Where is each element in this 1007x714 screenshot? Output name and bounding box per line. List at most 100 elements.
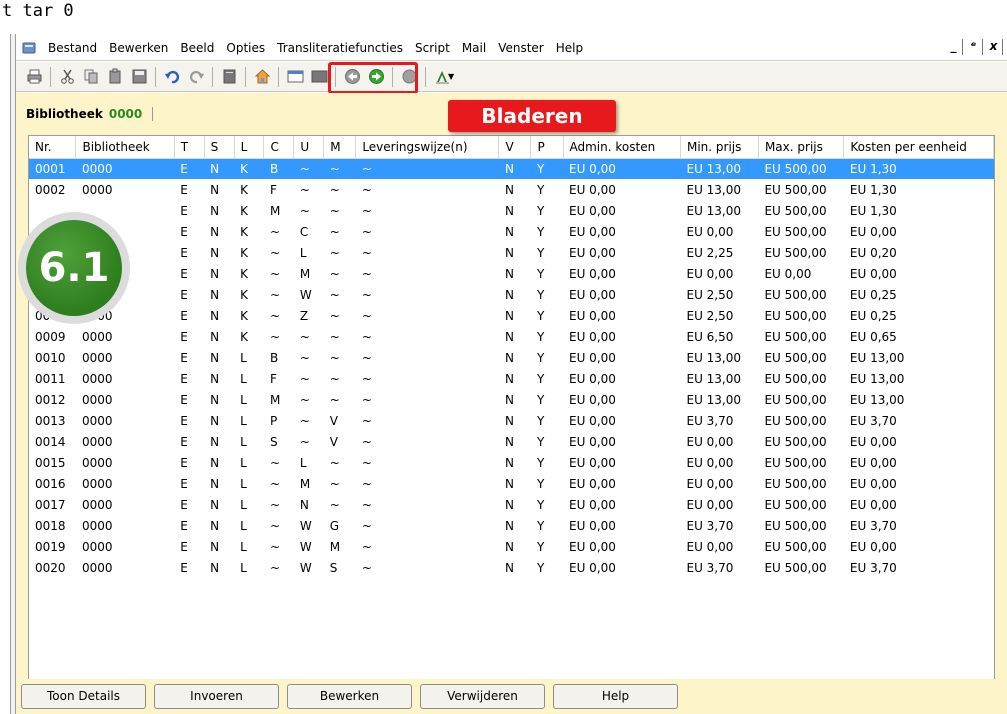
table-cell: EU 0,00 bbox=[686, 539, 734, 554]
table-row[interactable]: 0016 0000 E N L ~ M ~ ~ N Y EU 0,00 EU 0,00 EU 500,00… bbox=[29, 473, 994, 494]
minimize-button[interactable]: _ bbox=[945, 39, 963, 55]
menu-mail[interactable]: Mail bbox=[456, 41, 492, 55]
menu-opties[interactable]: Opties bbox=[220, 41, 271, 55]
menu-help[interactable]: Help bbox=[550, 41, 589, 55]
menu-bestand[interactable]: Bestand bbox=[42, 41, 103, 55]
close-button[interactable]: x bbox=[985, 39, 1003, 55]
column-header[interactable]: M bbox=[323, 136, 357, 159]
table-cell: K bbox=[240, 266, 248, 281]
table-row[interactable]: 00080000ENK~Z~~NYEU 0,00EU 2,50EU 500,00… bbox=[29, 305, 994, 326]
table-cell: Y bbox=[536, 476, 545, 491]
verwijderen-button[interactable]: Verwijderen bbox=[420, 684, 545, 709]
table-cell: EU 3,70 bbox=[686, 560, 734, 575]
table-cell: W bbox=[299, 287, 312, 302]
table-cell: EU 500,00 bbox=[764, 203, 827, 218]
table-cell: L bbox=[299, 455, 307, 470]
column-header[interactable]: Max. prijs bbox=[758, 136, 845, 159]
table-row[interactable]: 0013 0000 E N L P ~ V ~ N Y EU 0,00 EU 3,70 EU 500,00… bbox=[29, 410, 994, 431]
help-button[interactable]: Help bbox=[553, 684, 678, 709]
table-row[interactable]: 0010 0000 E N L B ~ ~ ~ N Y EU 0,00 EU 13,00 EU 500,0… bbox=[29, 347, 994, 368]
table-cell: ~ bbox=[361, 371, 372, 386]
toon-details-button[interactable]: Toon Details bbox=[21, 684, 146, 709]
paste-icon[interactable] bbox=[103, 65, 127, 89]
column-header[interactable]: Nr. bbox=[29, 136, 77, 159]
bewerken-button[interactable]: Bewerken bbox=[287, 684, 412, 709]
table-row[interactable]: 0002 0000 E N K F ~ ~ ~ N Y EU 0,00 EU 13,00 EU 500,0… bbox=[29, 179, 994, 200]
table-cell: EU 0,00 bbox=[569, 350, 616, 365]
table-cell: 0016 bbox=[35, 476, 66, 491]
table-row[interactable]: E N K ~ C ~ ~ N Y EU 0,00 EU 0,00 EU 500,00 EU 0,00 bbox=[29, 221, 994, 242]
cut-icon[interactable] bbox=[55, 65, 79, 89]
table-cell: N bbox=[504, 413, 514, 428]
step-badge-label: 6.1 bbox=[26, 220, 122, 316]
table-row[interactable]: 0009 0000 E N K ~ ~ ~ ~ N Y EU 0,00 EU 6,50 EU 500,00… bbox=[29, 326, 994, 347]
column-header[interactable]: P bbox=[530, 136, 564, 159]
table-cell: Y bbox=[536, 203, 545, 218]
table-body: 0001 0000 E N K B ~ ~ ~ N Y EU 0,00 EU 13,00 EU 500,0… bbox=[29, 158, 994, 578]
top-text: t tar 0 bbox=[2, 1, 74, 21]
table-cell: ~ bbox=[329, 224, 340, 239]
table-row[interactable]: 0019 0000 E N L ~ W M ~ N Y EU 0,00 EU 0,00 EU 500,00… bbox=[29, 536, 994, 557]
table-cell: N bbox=[504, 182, 514, 197]
table-cell: K bbox=[240, 224, 248, 239]
column-header[interactable]: Leveringswijze(n) bbox=[355, 136, 500, 159]
table-row[interactable]: 0001 0000 E N K B ~ ~ ~ N Y EU 0,00 EU 13,00 EU 500,0… bbox=[29, 158, 994, 179]
table-cell: 0015 bbox=[35, 455, 66, 470]
chevron-down-icon[interactable]: ▼ bbox=[448, 72, 454, 81]
table-cell: ~ bbox=[329, 308, 340, 323]
column-header[interactable]: U bbox=[293, 136, 325, 159]
table-row[interactable]: E N K M ~ ~ ~ N Y EU 0,00 EU 13,00 EU 500,00 EU 1,30 bbox=[29, 200, 994, 221]
table-row[interactable]: 0017 0000 E N L ~ N ~ ~ N Y EU 0,00 EU 0,00 EU 500,00… bbox=[29, 494, 994, 515]
table-cell: ~ bbox=[355, 158, 499, 179]
printer-icon[interactable] bbox=[22, 65, 46, 89]
table-cell: N bbox=[504, 350, 514, 365]
document-icon[interactable] bbox=[217, 65, 241, 89]
column-header[interactable]: S bbox=[204, 136, 235, 159]
table-row[interactable]: 0014 0000 E N L S ~ V ~ N Y EU 0,00 EU 0,00 EU 500,00… bbox=[29, 431, 994, 452]
table-cell: Y bbox=[536, 371, 545, 386]
table-cell: ~ bbox=[329, 287, 340, 302]
table-cell: EU 0,00 bbox=[849, 266, 897, 281]
column-header[interactable]: Min. prijs bbox=[680, 136, 759, 159]
table-cell: 0017 bbox=[35, 497, 66, 512]
table-row[interactable]: 0018 0000 E N L ~ W G ~ N Y EU 0,00 EU 3,70 EU 500,00… bbox=[29, 515, 994, 536]
redo-icon[interactable] bbox=[184, 65, 208, 89]
table-cell: EU 0,00 bbox=[569, 392, 616, 407]
menu-transliteratiefuncties[interactable]: Transliteratiefuncties bbox=[271, 41, 409, 55]
column-header[interactable]: Kosten per eenheid bbox=[843, 136, 994, 159]
menu-bewerken[interactable]: Bewerken bbox=[103, 41, 174, 55]
column-header[interactable]: C bbox=[263, 136, 295, 159]
table-row[interactable]: 0012 0000 E N L M ~ ~ ~ N Y EU 0,00 EU 13,00 EU 500,0… bbox=[29, 389, 994, 410]
column-header[interactable]: Bibliotheek bbox=[75, 136, 175, 159]
menu-beeld[interactable]: Beeld bbox=[174, 41, 220, 55]
invoeren-button[interactable]: Invoeren bbox=[154, 684, 279, 709]
table-cell: EU 0,25 bbox=[849, 287, 897, 302]
restore-button[interactable]: ᵉ bbox=[965, 39, 983, 55]
table-cell: N bbox=[210, 392, 220, 407]
table-cell: EU 13,00 bbox=[680, 158, 759, 179]
table-row[interactable]: E N K ~ L ~ ~ N Y EU 0,00 EU 2,25 EU 500,00 EU 0,20 bbox=[29, 242, 994, 263]
table-row[interactable]: 0015 0000 E N L ~ L ~ ~ N Y EU 0,00 EU 0,00 EU 500,00… bbox=[29, 452, 994, 473]
save-icon[interactable] bbox=[127, 65, 151, 89]
menu-venster[interactable]: Venster bbox=[492, 41, 550, 55]
table-cell: Y bbox=[536, 287, 545, 302]
table-row[interactable]: 0011 0000 E N L F ~ ~ ~ N Y EU 0,00 EU 13,00 EU 500,0… bbox=[29, 368, 994, 389]
table-cell: ~ bbox=[329, 329, 340, 344]
table-cell: N bbox=[210, 287, 220, 302]
column-header[interactable]: T bbox=[174, 136, 205, 159]
undo-icon[interactable] bbox=[160, 65, 184, 89]
copy-icon[interactable] bbox=[79, 65, 103, 89]
toolbar-separator bbox=[212, 66, 213, 87]
column-header[interactable]: L bbox=[234, 136, 265, 159]
toolbar-separator bbox=[245, 66, 246, 87]
menu-script[interactable]: Script bbox=[409, 41, 456, 55]
table-cell: 0000 bbox=[81, 392, 113, 407]
home-icon[interactable] bbox=[250, 65, 274, 89]
table-cell: Y bbox=[530, 158, 563, 179]
column-header[interactable]: Admin. kosten bbox=[563, 136, 681, 159]
table-row[interactable]: E N K ~ M ~ ~ N Y EU 0,00 EU 0,00 EU 0,00 EU 0,00 bbox=[29, 263, 994, 284]
table-row[interactable]: 0020 0000 E N L ~ W S ~ N Y EU 0,00 EU 3,70 EU 500,00… bbox=[29, 557, 994, 578]
column-header[interactable]: V bbox=[498, 136, 532, 159]
table-row[interactable]: E N K ~ W ~ ~ N Y EU 0,00 EU 2,50 EU 500,00 EU 0,25 bbox=[29, 284, 994, 305]
window-icon[interactable] bbox=[283, 65, 307, 89]
